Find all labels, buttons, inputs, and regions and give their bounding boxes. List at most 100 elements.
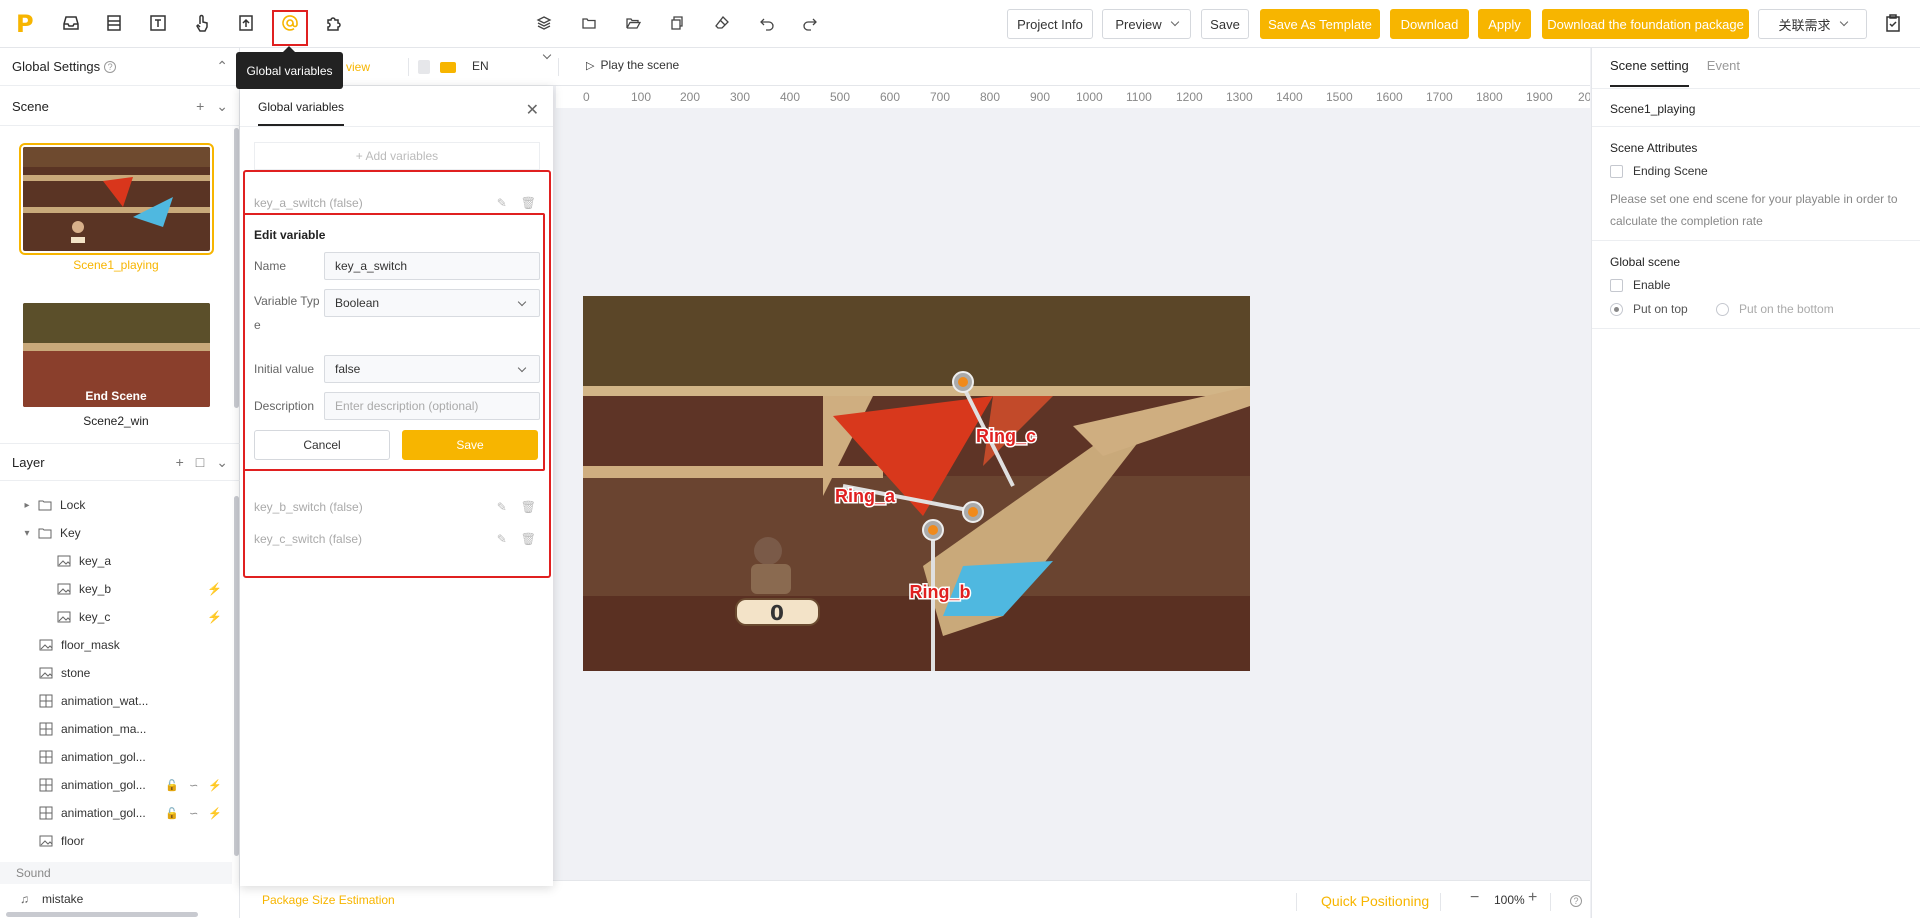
tab-scene-setting[interactable]: Scene setting — [1610, 58, 1689, 87]
layer-item-key[interactable]: ▾ Key — [0, 520, 232, 546]
preview-dropdown[interactable]: Preview — [1102, 9, 1191, 39]
project-info-button[interactable]: Project Info — [1007, 9, 1093, 39]
close-icon[interactable]: ✕ — [526, 100, 539, 120]
eye-off-icon[interactable]: ∽ — [189, 779, 198, 792]
upload-icon[interactable] — [235, 12, 257, 34]
enable-checkbox[interactable]: Enable — [1610, 278, 1670, 292]
language-select[interactable]: EN — [472, 59, 489, 73]
variable-row-key-c[interactable]: key_c_switch (false) ✎ 🗑 — [254, 528, 540, 550]
lightning-icon[interactable]: ⚡ — [207, 582, 222, 596]
scene-thumbnail-2[interactable]: End Scene — [23, 303, 210, 407]
lock-icon[interactable]: 🔓 — [165, 779, 179, 792]
copy-icon[interactable] — [669, 15, 685, 31]
save-as-template-button[interactable]: Save As Template — [1260, 9, 1380, 39]
quick-positioning-button[interactable]: Quick Positioning — [1321, 893, 1429, 909]
scene-thumbnail-1[interactable] — [19, 143, 214, 255]
add-variable-button[interactable]: + Add variables — [254, 142, 540, 170]
folder-icon[interactable] — [581, 15, 597, 31]
trash-icon[interactable]: 🗑 — [521, 532, 536, 546]
layout-icon[interactable] — [103, 12, 125, 34]
download-button[interactable]: Download — [1390, 9, 1469, 39]
eye-off-icon[interactable]: ∽ — [189, 807, 198, 820]
folder-icon[interactable]: □ — [196, 454, 204, 471]
layer-item-animation-gold-3[interactable]: animation_gol... 🔓 ∽ ⚡ — [0, 800, 232, 826]
add-icon[interactable]: + — [196, 98, 204, 115]
global-variables-tab[interactable]: Global variables — [258, 100, 345, 126]
initial-value-select[interactable]: false — [324, 355, 540, 383]
scene-label-2[interactable]: Scene2_win — [0, 414, 232, 428]
scene-label-1[interactable]: Scene1_playing — [0, 258, 232, 272]
chevron-down-icon[interactable]: ⌄ — [216, 98, 228, 115]
color-swatch-yellow[interactable] — [440, 62, 456, 73]
layer-item-animation-water[interactable]: animation_wat... — [0, 688, 232, 714]
chevron-down-icon[interactable]: ⌄ — [216, 454, 228, 471]
trash-icon[interactable]: 🗑 — [521, 500, 536, 514]
layer-item-animation-gold-2[interactable]: animation_gol... 🔓 ∽ ⚡ — [0, 772, 232, 798]
color-swatch-gray[interactable] — [418, 60, 430, 74]
layer-item-animation-gold-1[interactable]: animation_gol... — [0, 744, 232, 770]
layer-scrollbar[interactable] — [234, 496, 239, 856]
scene-canvas[interactable]: 0 Ring_a Ring_b Ring_c — [583, 296, 1250, 671]
trash-icon[interactable]: 🗑 — [521, 196, 536, 210]
lightning-icon[interactable]: ⚡ — [207, 610, 222, 624]
redo-icon[interactable] — [802, 15, 818, 31]
clipboard-check-icon[interactable] — [1882, 12, 1904, 34]
tab-event[interactable]: Event — [1707, 58, 1740, 87]
text-icon[interactable] — [147, 12, 169, 34]
layer-item-stone[interactable]: stone — [0, 660, 232, 686]
horizontal-scrollbar[interactable] — [6, 912, 198, 917]
sound-item-mistake[interactable]: ♫ mistake — [0, 886, 232, 912]
layers-icon[interactable] — [536, 15, 552, 31]
ending-scene-checkbox[interactable]: Ending Scene — [1610, 164, 1708, 178]
variable-type-select[interactable]: Boolean — [324, 289, 540, 317]
lightning-icon[interactable]: ⚡ — [208, 807, 222, 820]
touch-icon[interactable] — [191, 12, 213, 34]
eraser-icon[interactable] — [714, 15, 730, 31]
save-button[interactable]: Save — [1201, 9, 1249, 39]
zoom-in-icon[interactable]: + — [1528, 889, 1537, 907]
chevron-up-icon[interactable]: ⌃ — [216, 58, 228, 75]
description-input[interactable]: Enter description (optional) — [324, 392, 540, 420]
layer-item-floor-mask[interactable]: floor_mask — [0, 632, 232, 658]
score-counter: 0 — [770, 601, 784, 625]
layer-item-lock[interactable]: ▸ Lock — [0, 492, 232, 518]
lightning-icon[interactable]: ⚡ — [208, 779, 222, 792]
help-icon[interactable]: ? — [1570, 895, 1582, 907]
layer-item-key-b[interactable]: key_b ⚡ — [0, 576, 232, 602]
edit-icon[interactable]: ✎ — [497, 500, 507, 514]
global-settings-header[interactable]: Global Settings ? ⌃ — [0, 48, 240, 86]
inbox-icon[interactable] — [60, 12, 82, 34]
layer-item-animation-ma[interactable]: animation_ma... — [0, 716, 232, 742]
lock-icon[interactable]: 🔓 — [165, 807, 179, 820]
play-scene-button[interactable]: ▷ Play the scene — [586, 58, 679, 72]
folder-open-icon[interactable] — [625, 15, 642, 31]
put-on-top-radio[interactable]: Put on top — [1610, 302, 1688, 316]
help-icon[interactable]: ? — [104, 60, 117, 73]
add-icon[interactable]: + — [176, 454, 184, 471]
chevron-down-icon[interactable]: ▾ — [20, 528, 34, 539]
cancel-button[interactable]: Cancel — [254, 430, 390, 460]
zoom-out-icon[interactable]: − — [1470, 889, 1479, 907]
scene-scrollbar[interactable] — [234, 128, 239, 408]
chevron-down-icon[interactable] — [542, 50, 552, 60]
layer-item-key-c[interactable]: key_c ⚡ — [0, 604, 232, 630]
apply-button[interactable]: Apply — [1478, 9, 1531, 39]
package-size-link[interactable]: Package Size Estimation — [262, 893, 395, 907]
edit-icon[interactable]: ✎ — [497, 532, 507, 546]
related-needs-dropdown[interactable]: 关联需求 — [1758, 9, 1867, 39]
right-tabs: Scene setting Event — [1610, 58, 1740, 87]
put-on-bottom-radio[interactable]: Put on the bottom — [1716, 302, 1834, 316]
download-foundation-button[interactable]: Download the foundation package — [1542, 9, 1749, 39]
view-toggle[interactable]: view — [346, 60, 370, 74]
layer-item-key-a[interactable]: key_a — [0, 548, 232, 574]
chevron-right-icon[interactable]: ▸ — [20, 500, 34, 511]
layer-item-floor[interactable]: floor — [0, 828, 232, 854]
variable-row-key-a[interactable]: key_a_switch (false) ✎ 🗑 — [254, 192, 540, 214]
edit-icon[interactable]: ✎ — [497, 196, 507, 210]
undo-icon[interactable] — [759, 15, 775, 31]
variable-row-key-b[interactable]: key_b_switch (false) ✎ 🗑 — [254, 496, 540, 518]
save-variable-button[interactable]: Save — [402, 430, 538, 460]
name-input[interactable]: key_a_switch — [324, 252, 540, 280]
plugin-icon[interactable] — [323, 12, 345, 34]
layer-label: animation_gol... — [61, 750, 146, 764]
